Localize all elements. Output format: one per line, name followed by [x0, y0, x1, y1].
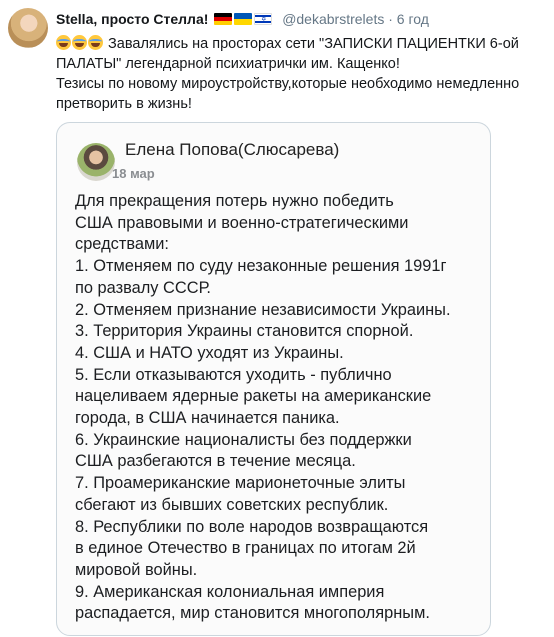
tweet-author-avatar[interactable] [8, 8, 48, 48]
post-text-line: мировой войны. [75, 560, 198, 579]
post-text-line: 5. Если отказываются уходить - публично [75, 365, 392, 384]
post-text-line: города, в США начинается паника. [75, 409, 340, 428]
post-text-line: нацеливаем ядерные ракеты на американски… [75, 387, 432, 406]
rofl-emoji-icon [88, 35, 103, 50]
tweet-author-handle[interactable]: @dekabrstrelets [282, 11, 384, 27]
post-text-line: сбегают из бывших советских республик. [75, 495, 389, 514]
post-text: Для прекращения потерь нужно победить СШ… [75, 191, 485, 625]
tweet-text-line-2: Тезисы по новому мироустройству,которые … [56, 76, 520, 112]
post-text-line: по развалу СССР. [75, 278, 211, 297]
post-author-name: Елена Попова(Слюсарева) [125, 140, 340, 159]
post-text-line: распадается, мир становится многополярны… [75, 604, 430, 623]
post-text-line: США правовыми и военно-стратегическими [75, 213, 409, 232]
tweet-timestamp[interactable]: 6 год [397, 11, 429, 27]
rofl-emoji-icon [72, 35, 87, 50]
post-text-line: 6. Украинские националисты без поддержки [75, 430, 412, 449]
post-author-avatar [77, 143, 115, 181]
post-text-line: 2. Отменяем признание независимости Укра… [75, 300, 451, 319]
post-text-line: Для прекращения потерь нужно победить [75, 192, 394, 210]
post-text-line: 1. Отменяем по суду незаконные решения 1… [75, 257, 447, 276]
ukraine-flag-icon [234, 13, 253, 25]
post-text-line: 4. США и НАТО уходят из Украины. [75, 343, 344, 362]
embedded-post-image[interactable]: Елена Попова(Слюсарева) 18 мар Для прекр… [56, 122, 491, 636]
post-text-line: 9. Американская колониальная империя [75, 582, 385, 601]
post-text-line: 3. Территория Украины становится спорной… [75, 322, 414, 341]
tweet-header: Stella, просто Стелла! ✡ @dekabrstrelets… [56, 10, 429, 28]
post-text-line: США разбегаются в течение месяца. [75, 452, 356, 471]
germany-flag-icon [214, 13, 233, 25]
post-text-line: средствами: [75, 235, 169, 254]
tweet-text-paragraph: Завалялись на просторах сети "ЗАПИСКИ ПА… [56, 34, 544, 74]
tweet-author-name[interactable]: Stella, просто Стелла! [56, 11, 208, 27]
separator-dot: · [388, 11, 393, 27]
tweet-text: Завалялись на просторах сети "ЗАПИСКИ ПА… [56, 34, 544, 114]
tweet-text-line-1: Завалялись на просторах сети "ЗАПИСКИ ПА… [56, 36, 519, 72]
rofl-emoji-icon [56, 35, 71, 50]
post-text-line: 7. Проамериканские марионеточные элиты [75, 474, 406, 493]
post-date: 18 мар [112, 166, 155, 181]
israel-flag-icon: ✡ [254, 13, 273, 25]
post-text-line: 8. Республики по воле народов возвращают… [75, 517, 429, 536]
post-text-line: в единое Отечество в границах по итогам … [75, 539, 416, 558]
